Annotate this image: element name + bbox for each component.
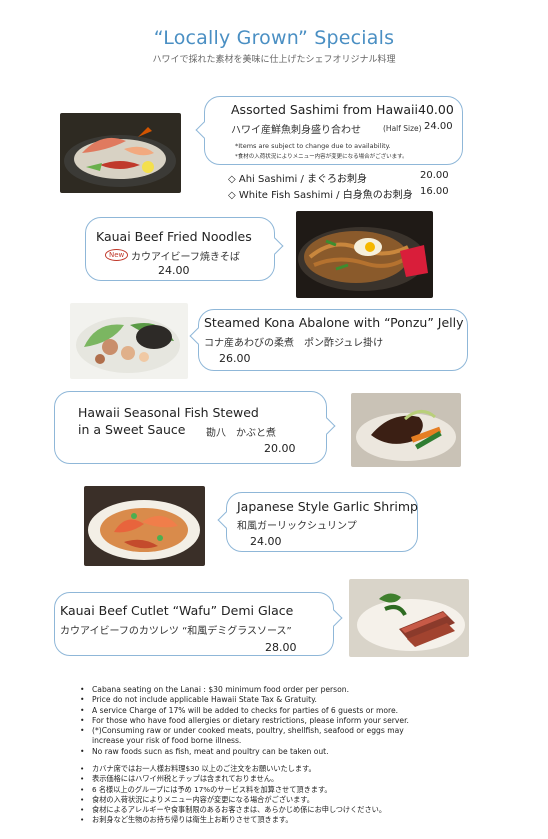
page-subtitle: ハワイで採れた素材を美味に仕上げたシェフオリジナル料理 xyxy=(152,55,396,65)
note-item: Price do not include applicable Hawaii S… xyxy=(80,695,409,706)
cutlet-name: Kauai Beef Cutlet “Wafu” Demi Glace xyxy=(60,603,294,618)
note-item-continuation: increase your risk of food borne illness… xyxy=(92,736,242,746)
sashimi-subitem-label: ◇ White Fish Sashimi / 白身魚のお刺身 xyxy=(228,190,413,201)
note-item: Cabana seating on the Lanai : $30 minimu… xyxy=(80,685,409,696)
sashimi-photo xyxy=(60,113,181,193)
notes-en-list: Cabana seating on the Lanai : $30 minimu… xyxy=(80,685,409,757)
note-item-jp: お刺身など生物のお持ち帰りは衛生上お断りさせて頂きます。 xyxy=(80,815,386,826)
noodles-jp: カウアイビーフ焼きそば xyxy=(131,252,240,263)
notes-jp-list: カバナ席ではお一人様お料理$30 以上のご注文をお願いいたします。 表示価格には… xyxy=(80,764,386,826)
shrimp-price: 24.00 xyxy=(250,535,282,548)
sashimi-subitem-label: ◇ Ahi Sashimi / まぐろお刺身 xyxy=(228,174,368,185)
cutlet-price: 28.00 xyxy=(265,641,297,654)
shrimp-name: Japanese Style Garlic Shrimp xyxy=(237,499,418,514)
shrimp-photo xyxy=(84,486,205,566)
fish-photo xyxy=(351,393,461,467)
noodles-photo xyxy=(296,211,433,298)
noodles-price: 24.00 xyxy=(158,264,190,277)
sashimi-name: Assorted Sashimi from Hawaii xyxy=(231,102,418,117)
shrimp-jp: 和風ガーリックシュリンプ xyxy=(237,521,357,532)
note-item: For those who have food allergies or die… xyxy=(80,716,409,727)
fish-name-line2: in a Sweet Sauce xyxy=(78,422,186,437)
fish-price: 20.00 xyxy=(264,442,296,455)
abalone-price: 26.00 xyxy=(219,352,251,365)
sashimi-subitem-price: 16.00 xyxy=(420,186,449,197)
abalone-photo xyxy=(70,303,188,379)
sashimi-price: 40.00 xyxy=(418,102,454,117)
note-item-jp: 食材の入荷状況によりメニュー内容が変更になる場合がございます。 xyxy=(80,795,386,806)
note-item-jp: 表示価格にはハワイ州税とチップは含まれておりません。 xyxy=(80,774,386,785)
cutlet-jp: カウアイビーフのカツレツ “和風デミグラスソース” xyxy=(60,626,292,637)
note-item: No raw foods sucn as fish, meat and poul… xyxy=(80,747,409,758)
sashimi-note-en: *Items are subject to change due to avai… xyxy=(235,142,391,150)
sashimi-jp: ハワイ産鮮魚刺身盛り合わせ xyxy=(231,125,361,136)
fish-jp: 勘八 かぶと煮 xyxy=(206,428,276,439)
sashimi-subitem-price: 20.00 xyxy=(420,170,449,181)
fish-name-line1: Hawaii Seasonal Fish Stewed xyxy=(78,405,259,420)
abalone-name: Steamed Kona Abalone with “Ponzu” Jelly xyxy=(204,315,464,330)
page-title: “Locally Grown” Specials xyxy=(153,27,395,49)
note-item: A service Charge of 17% will be added to… xyxy=(80,706,409,717)
note-item-jp: 6 名様以上のグループには予め 17%のサービス料を加算させて頂きます。 xyxy=(80,785,386,796)
cutlet-photo xyxy=(349,579,469,657)
note-item-jp: 食材によるアレルギーや食事制限のあるお客さまは、あらかじめ係にお申しつけください… xyxy=(80,805,386,816)
sashimi-note-jp: *食材の入荷状況によりメニュー内容が変更になる場合がございます。 xyxy=(235,154,408,160)
abalone-jp: コナ産あわびの柔煮 ポン酢ジュレ掛け xyxy=(204,338,384,349)
sashimi-half-label: (Half Size) xyxy=(383,124,422,133)
sashimi-half-price: 24.00 xyxy=(424,121,453,132)
note-item-jp: カバナ席ではお一人様お料理$30 以上のご注文をお願いいたします。 xyxy=(80,764,386,775)
note-item: (*)Consuming raw or under cooked meats, … xyxy=(80,726,409,737)
noodles-name: Kauai Beef Fried Noodles xyxy=(96,229,252,244)
